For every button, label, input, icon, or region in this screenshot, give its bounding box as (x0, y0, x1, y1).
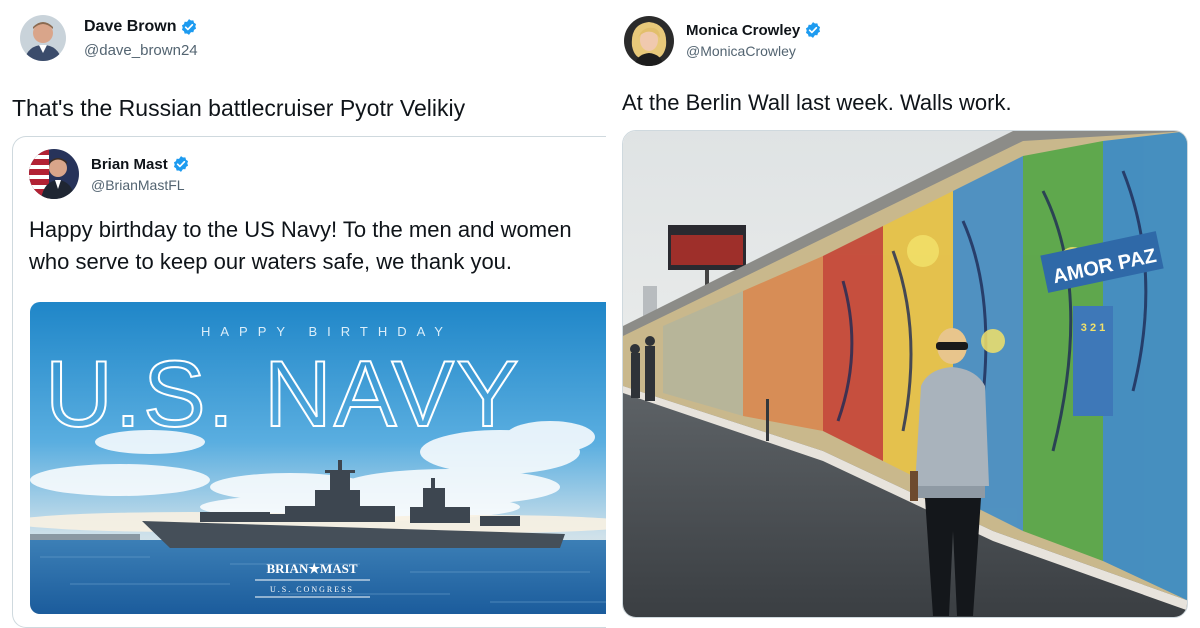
verified-badge-icon (180, 18, 198, 36)
media-headline: U.S. NAVY (45, 341, 521, 446)
signature-name: BRIAN★MAST (266, 561, 357, 576)
svg-text:3 2 1: 3 2 1 (1081, 322, 1105, 334)
quoted-text-line-2: who serve to keep our waters safe, we th… (29, 249, 513, 274)
author-name: Brian Mast (91, 155, 168, 173)
column-divider (606, 0, 614, 628)
right-tweet-text: At the Berlin Wall last week. Walls work… (622, 90, 1012, 115)
left-tweet-text: That's the Russian battlecruiser Pyotr V… (12, 95, 466, 121)
dave-brown-name[interactable]: Dave Brown (84, 18, 198, 36)
author-name: Dave Brown (84, 18, 177, 35)
monica-crowley-handle[interactable]: @MonicaCrowley (686, 43, 796, 59)
dave-brown-handle[interactable]: @dave_brown24 (84, 42, 198, 59)
monica-crowley-avatar[interactable] (624, 16, 674, 66)
berlin-wall-photo[interactable]: AMOR PAZ 3 2 1 (622, 130, 1188, 618)
monica-crowley-name[interactable]: Monica Crowley (686, 21, 822, 39)
brian-mast-avatar[interactable] (29, 149, 79, 199)
media-overline: HAPPY BIRTHDAY (201, 324, 453, 339)
navy-birthday-image[interactable]: HAPPY BIRTHDAY U.S. NAVY BRIAN★MAST U.S.… (30, 302, 613, 614)
signature-sub: U.S. CONGRESS (270, 585, 354, 594)
verified-badge-icon (804, 21, 822, 39)
wall-sign-countdown: 3 2 1 (1073, 306, 1113, 416)
author-name: Monica Crowley (686, 21, 801, 39)
quoted-tweet-text: Happy birthday to the US Navy! To the me… (29, 214, 613, 278)
quoted-tweet-card[interactable]: Brian Mast @BrianMastFL Happy birthday t… (12, 136, 613, 628)
brian-mast-handle[interactable]: @BrianMastFL (91, 177, 185, 193)
verified-badge-icon (172, 155, 190, 173)
quoted-text-line-1: Happy birthday to the US Navy! To the me… (29, 217, 572, 242)
brian-mast-name[interactable]: Brian Mast (91, 155, 190, 173)
dave-brown-avatar[interactable] (20, 15, 66, 61)
